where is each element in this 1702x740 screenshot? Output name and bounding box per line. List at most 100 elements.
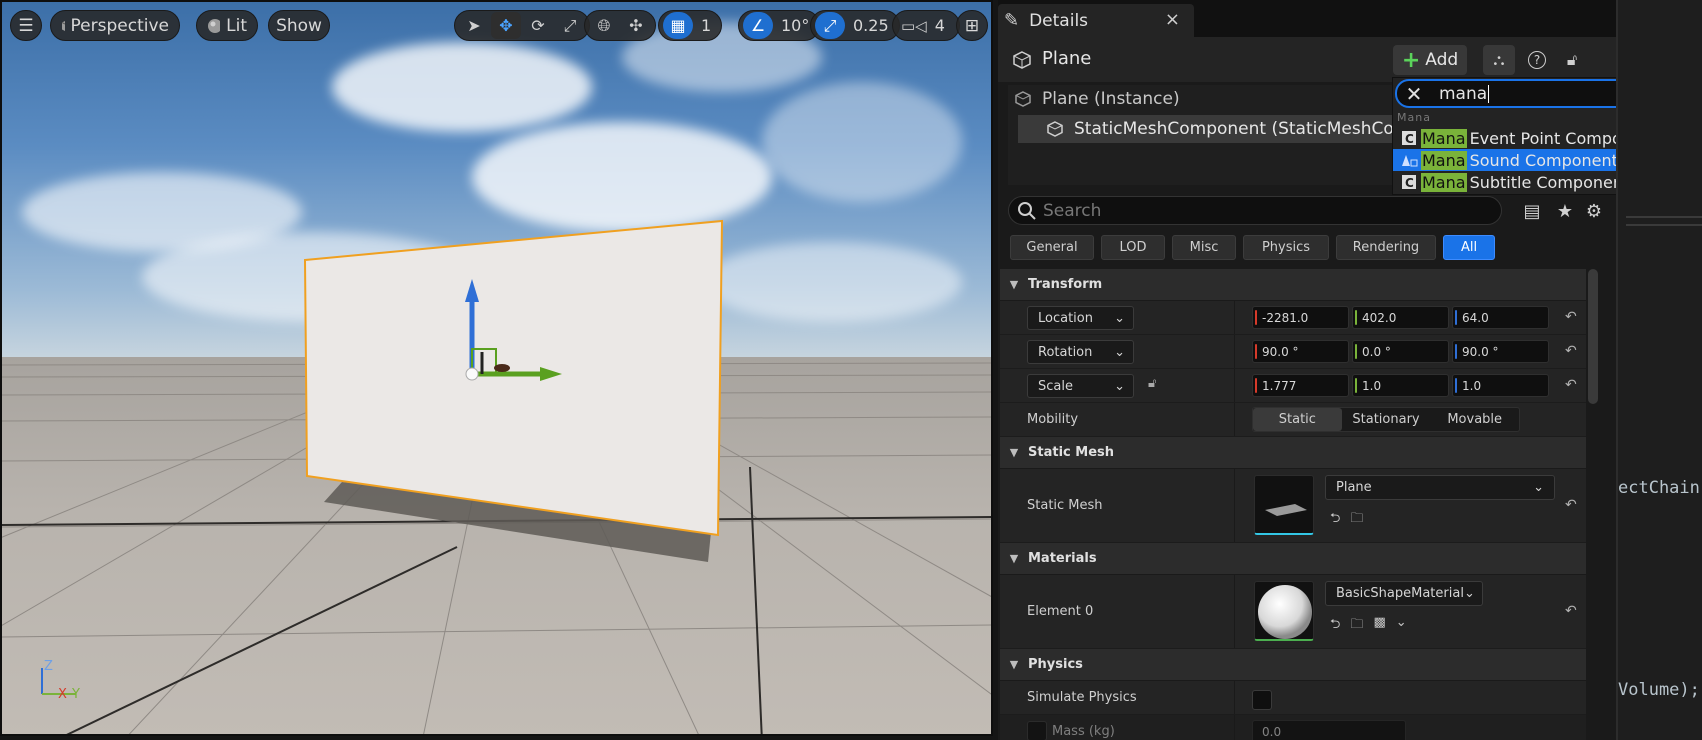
location-x: -2281.0 — [1262, 310, 1309, 325]
browse-icon[interactable]: 🗀︎ — [1350, 615, 1363, 637]
scale-tool[interactable]: ⤢ — [555, 12, 585, 39]
mobility-label: Mobility — [1027, 412, 1079, 427]
settings-button[interactable]: ⚙ — [1578, 196, 1610, 226]
material-thumbnail[interactable] — [1254, 581, 1314, 641]
filter-physics[interactable]: Physics — [1243, 235, 1329, 260]
viewport-menu-button[interactable]: ☰ — [10, 10, 42, 41]
filter-lod[interactable]: LOD — [1101, 235, 1165, 260]
filter-misc[interactable]: Misc — [1172, 235, 1236, 260]
camera-speed-button[interactable]: ▭◁ 4 — [892, 10, 960, 41]
level-viewport[interactable]: ☰ Perspective Lit Show ➤ ✥ ⟳ ⤢ 🌐︎ ✣ ▦ 1 … — [0, 0, 993, 736]
location-y-field[interactable]: 402.0 — [1352, 306, 1449, 329]
lock-button[interactable]: 🔓︎ — [1556, 45, 1588, 75]
static-mesh-thumbnail[interactable] — [1254, 475, 1314, 535]
rotation-row: Rotation ⌄ 90.0 ° 0.0 ° 90.0 ° ↶ — [1000, 335, 1586, 369]
filter-general[interactable]: General — [1010, 235, 1094, 260]
mobility-stationary[interactable]: Stationary — [1342, 408, 1431, 431]
filter-rendering[interactable]: Rendering — [1336, 235, 1436, 260]
location-dropdown[interactable]: Location ⌄ — [1027, 306, 1134, 330]
location-x-field[interactable]: -2281.0 — [1252, 306, 1349, 329]
lock-ratio-icon[interactable]: 🔓︎ — [1148, 376, 1156, 391]
details-search[interactable]: Search — [1008, 196, 1502, 225]
code-editor-panel[interactable]: ectChain Volume); — [1616, 0, 1702, 740]
plane-actor[interactable] — [2, 2, 993, 736]
surface-snap-icon: ✣ — [629, 16, 643, 35]
scale-snap-value[interactable]: 0.25 — [847, 16, 895, 35]
sound-component-icon — [1397, 149, 1421, 171]
details-scrollbar[interactable] — [1588, 269, 1598, 404]
globe-icon: 🌐︎ — [597, 15, 611, 35]
details-tab[interactable]: ✎ Details × — [998, 4, 1194, 37]
static-mesh-value: Plane — [1336, 480, 1372, 495]
pencil-icon: ✎ — [1004, 10, 1020, 31]
viewport-layout-button[interactable]: ⊞ — [956, 10, 988, 41]
blueprint-button[interactable]: ⛬ — [1483, 45, 1515, 75]
popup-group-label: Mana — [1397, 111, 1431, 124]
actor-icon — [1015, 91, 1031, 107]
category-transform[interactable]: ▼ Transform — [1000, 269, 1586, 301]
rotation-z-field[interactable]: 90.0 ° — [1452, 340, 1549, 363]
mobility-static[interactable]: Static — [1253, 408, 1342, 431]
mass-override-checkbox[interactable] — [1027, 721, 1047, 740]
close-icon[interactable]: × — [1165, 9, 1180, 30]
rotation-dropdown[interactable]: Rotation ⌄ — [1027, 340, 1134, 364]
simulate-physics-row: Simulate Physics — [1000, 681, 1586, 715]
svg-text:C: C — [1405, 132, 1414, 146]
surface-snap-button[interactable]: ✣ — [621, 12, 651, 39]
browse-icon[interactable]: 🗀︎ — [1350, 509, 1363, 531]
scale-z-field[interactable]: 1.0 — [1452, 374, 1549, 397]
location-z-field[interactable]: 64.0 — [1452, 306, 1549, 329]
filter-all[interactable]: All — [1443, 235, 1495, 260]
rotation-y: 0.0 ° — [1362, 344, 1391, 359]
help-button[interactable]: ? — [1521, 45, 1553, 75]
add-component-button[interactable]: + Add — [1393, 45, 1467, 75]
clear-search-icon[interactable]: ✕ — [1397, 82, 1431, 106]
simulate-physics-checkbox[interactable] — [1252, 690, 1272, 710]
cursor-icon: ➤ — [467, 16, 481, 35]
material-picker[interactable]: BasicShapeMaterial ⌄ — [1325, 581, 1483, 606]
reset-icon[interactable]: ↶ — [1565, 497, 1577, 513]
static-mesh-picker[interactable]: Plane ⌄ — [1325, 475, 1555, 500]
category-static-mesh[interactable]: ▼ Static Mesh — [1000, 437, 1586, 469]
scale-dropdown[interactable]: Scale ⌄ — [1027, 374, 1134, 398]
use-selected-icon[interactable]: ⮌ — [1330, 615, 1340, 637]
rotation-snap-toggle[interactable]: ∠ — [743, 12, 773, 39]
camera-icon: ▭◁ — [901, 16, 927, 35]
table-view-button[interactable]: ▤ — [1516, 196, 1548, 226]
axis-indicator: Z X Y — [41, 659, 80, 698]
reset-icon[interactable]: ↶ — [1565, 309, 1577, 325]
favorites-button[interactable]: ★ — [1549, 196, 1581, 226]
world-space-button[interactable]: 🌐︎ — [589, 12, 619, 39]
translate-tool[interactable]: ✥ — [491, 12, 521, 39]
grid-snap-toggle[interactable]: ▦ — [663, 12, 693, 39]
grid-snap-value[interactable]: 1 — [695, 16, 717, 35]
unlock-icon: 🔓︎ — [1566, 50, 1578, 69]
rotation-x-field[interactable]: 90.0 ° — [1252, 340, 1349, 363]
select-tool[interactable]: ➤ — [459, 12, 489, 39]
hamburger-icon: ☰ — [18, 15, 34, 36]
checker-icon[interactable]: ▩ — [1373, 615, 1385, 637]
collapse-icon: ▼ — [1009, 658, 1019, 671]
reset-icon[interactable]: ↶ — [1565, 377, 1577, 393]
perspective-button[interactable]: Perspective — [50, 10, 180, 41]
rotation-y-field[interactable]: 0.0 ° — [1352, 340, 1449, 363]
mass-field[interactable]: 0.0 — [1252, 720, 1406, 740]
actor-name[interactable]: Plane — [1042, 48, 1091, 69]
scale-snap-toggle[interactable]: ⤢ — [815, 12, 845, 39]
scale-x-field[interactable]: 1.777 — [1252, 374, 1349, 397]
show-button[interactable]: Show — [268, 10, 330, 41]
tree-row-label: StaticMeshComponent (StaticMeshComp — [1074, 119, 1422, 139]
mobility-selector: Static Stationary Movable — [1252, 407, 1520, 432]
mass-label: Mass (kg) — [1052, 724, 1115, 739]
scale-y-field[interactable]: 1.0 — [1352, 374, 1449, 397]
reset-icon[interactable]: ↶ — [1565, 343, 1577, 359]
mobility-movable[interactable]: Movable — [1430, 408, 1519, 431]
category-materials[interactable]: ▼ Materials — [1000, 543, 1586, 575]
lit-label: Lit — [226, 15, 247, 36]
use-selected-icon[interactable]: ⮌ — [1330, 509, 1340, 531]
category-physics[interactable]: ▼ Physics — [1000, 649, 1586, 681]
lit-button[interactable]: Lit — [196, 10, 258, 41]
rotate-tool[interactable]: ⟳ — [523, 12, 553, 39]
chevron-down-icon[interactable]: ⌄ — [1396, 615, 1407, 637]
reset-icon[interactable]: ↶ — [1565, 603, 1577, 619]
